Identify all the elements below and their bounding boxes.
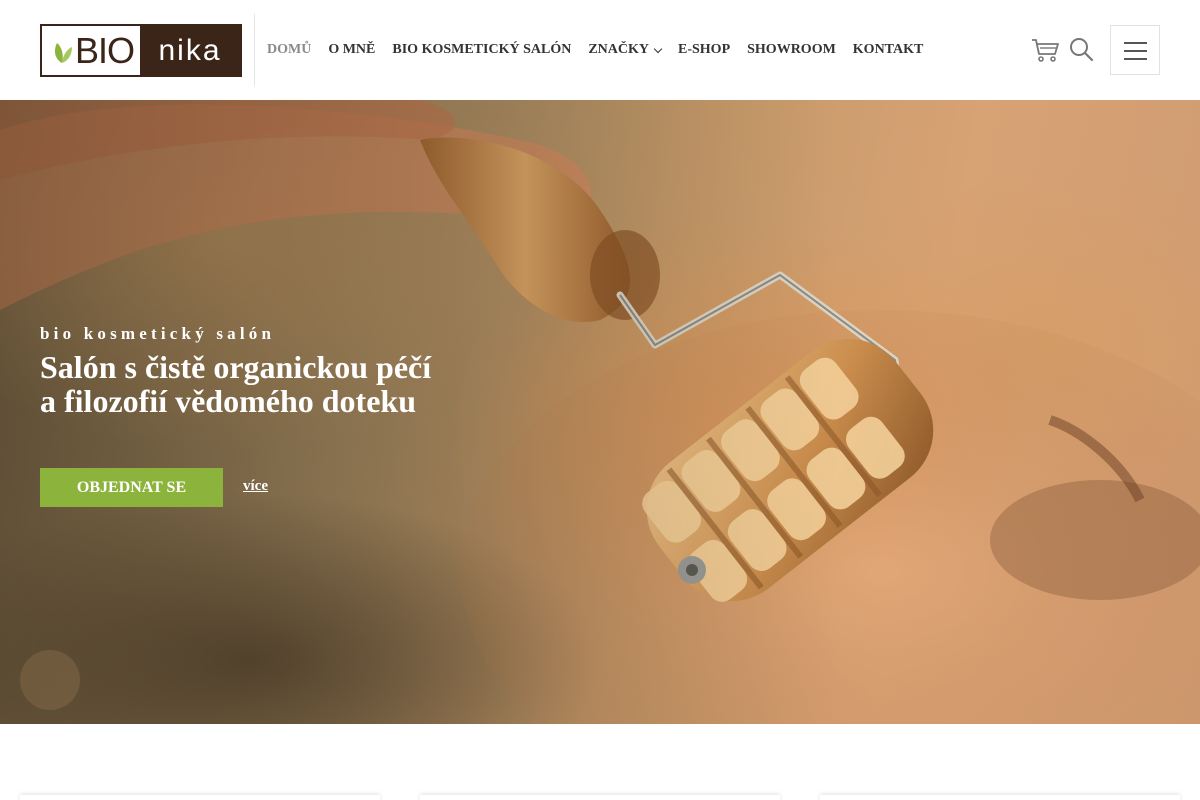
card[interactable] (420, 795, 780, 800)
nav-label: O MNĚ (328, 42, 376, 57)
logo-bio-text: BIO (74, 29, 135, 71)
nav-item-showroom[interactable]: SHOWROOM (747, 42, 836, 58)
hero-title: Salón s čistě organickou péčí a filozofi… (40, 350, 560, 418)
nav-item-znacky[interactable]: ZNAČKY (588, 42, 663, 58)
hero-banner: bio kosmetický salón Salón s čistě organ… (0, 100, 1200, 724)
logo-nika-part: nika (140, 26, 240, 75)
nav-item-domu[interactable]: DOMŮ (267, 42, 311, 58)
hamburger-menu-icon (1124, 50, 1147, 52)
bionika-logo[interactable]: BIO nika (40, 24, 242, 77)
main-nav: DOMŮ O MNĚ BIO KOSMETICKÝ SALÓN ZNAČKY E… (267, 40, 940, 60)
cart-icon[interactable] (1031, 37, 1059, 63)
nav-label: KONTAKT (852, 42, 924, 57)
site-header: BIO nika DOMŮ O MNĚ BIO KOSMETICKÝ SALÓN… (0, 0, 1200, 100)
logo-bio-part: BIO (42, 26, 140, 75)
nav-item-e-shop[interactable]: E-SHOP (678, 42, 730, 58)
chevron-down-icon (653, 44, 663, 53)
nav-label: ZNAČKY (588, 42, 649, 57)
cards-section (0, 724, 1200, 800)
card[interactable] (820, 795, 1180, 800)
hamburger-menu-icon (1124, 42, 1147, 44)
nav-item-bio-kosmeticky-salon[interactable]: BIO KOSMETICKÝ SALÓN (392, 42, 571, 58)
book-appointment-button[interactable]: OBJEDNAT SE (40, 468, 223, 507)
nav-label: SHOWROOM (747, 42, 836, 57)
hero-title-line-1: Salón s čistě organickou péčí (40, 349, 432, 385)
nav-label: BIO KOSMETICKÝ SALÓN (392, 42, 572, 57)
header-divider (254, 14, 255, 86)
nav-label: DOMŮ (267, 42, 312, 57)
nav-item-o-mne[interactable]: O MNĚ (328, 42, 375, 58)
hero-title-line-2: a filozofií vědomého doteku (40, 383, 416, 419)
card[interactable] (20, 795, 380, 800)
nav-label: E-SHOP (678, 42, 731, 57)
hamburger-menu-icon (1124, 58, 1147, 60)
leaf-icon (54, 43, 72, 63)
hamburger-menu-button[interactable] (1110, 25, 1160, 75)
hero-kicker: bio kosmetický salón (40, 324, 276, 343)
logo-nika-text: nika (158, 33, 222, 67)
more-link[interactable]: více (243, 478, 268, 495)
nav-item-kontakt[interactable]: KONTAKT (853, 42, 924, 58)
search-icon[interactable] (1069, 37, 1094, 62)
